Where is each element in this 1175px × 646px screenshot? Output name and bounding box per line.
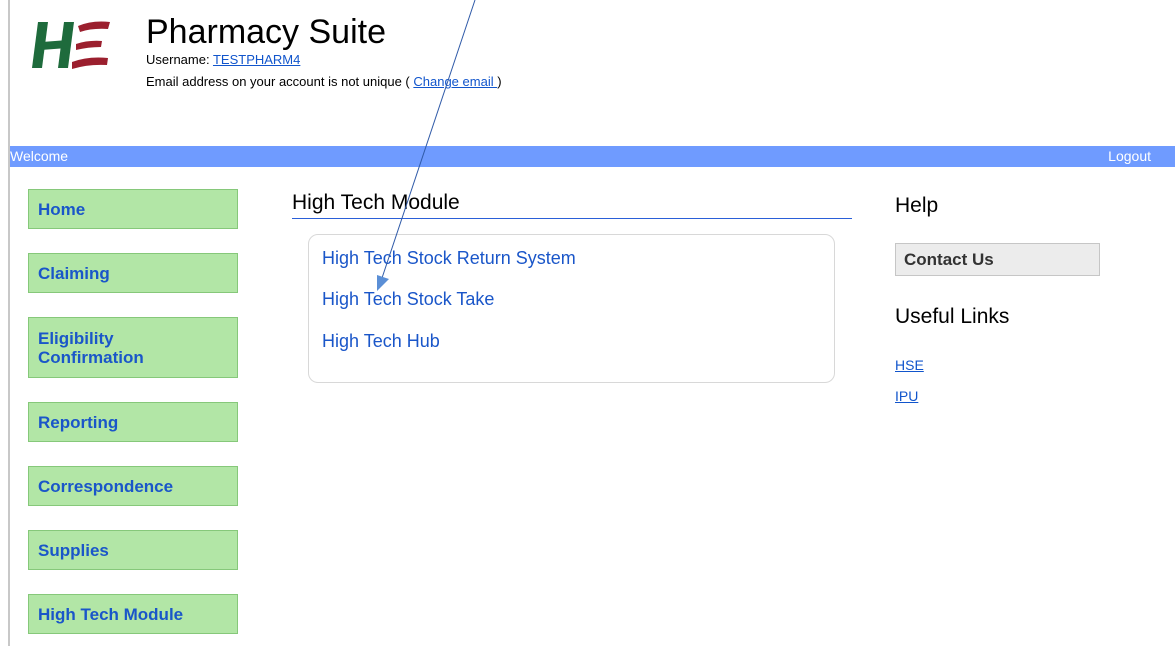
hse-link[interactable]: HSE <box>895 357 924 373</box>
nav-home-button[interactable]: Home <box>28 189 238 229</box>
nav-eligibility-button[interactable]: Eligibility Confirmation <box>28 317 238 378</box>
nav-correspondence-button[interactable]: Correspondence <box>28 466 238 506</box>
logout-link[interactable]: Logout <box>1108 146 1151 167</box>
logo-e-bottom <box>72 57 108 69</box>
nav-high-tech-module-button[interactable]: High Tech Module <box>28 594 238 634</box>
nav-supplies-button[interactable]: Supplies <box>28 530 238 570</box>
contact-us-button[interactable]: Contact Us <box>895 243 1100 276</box>
welcome-label: Welcome <box>10 148 69 164</box>
logo-e-mid <box>76 40 102 50</box>
useful-links-heading: Useful Links <box>895 305 1010 328</box>
nav-supplies-label: Supplies <box>38 540 109 560</box>
stock-take-link[interactable]: High Tech Stock Take <box>322 289 494 309</box>
username-label: Username: <box>146 52 213 67</box>
title-divider <box>292 218 852 219</box>
email-notice: Email address on your account is not uni… <box>146 74 502 89</box>
username-line: Username: TESTPHARM4 <box>146 53 300 67</box>
hse-logo <box>32 21 110 69</box>
help-heading: Help <box>895 194 939 217</box>
nav-correspondence-label: Correspondence <box>38 476 174 496</box>
email-notice-close: ) <box>497 74 502 89</box>
nav-claiming-label: Claiming <box>38 263 110 283</box>
app-title: Pharmacy Suite <box>146 13 386 51</box>
high-tech-hub-link[interactable]: High Tech Hub <box>322 331 440 351</box>
nav-reporting-label: Reporting <box>38 412 119 432</box>
nav-home-label: Home <box>38 199 86 219</box>
email-notice-text: Email address on your account is not uni… <box>146 74 414 89</box>
nav-claiming-button[interactable]: Claiming <box>28 253 238 293</box>
ipu-link[interactable]: IPU <box>895 388 918 404</box>
nav-reporting-button[interactable]: Reporting <box>28 402 238 442</box>
top-bar: Welcome Logout <box>10 146 1175 167</box>
username-link[interactable]: TESTPHARM4 <box>213 52 300 67</box>
stock-return-link[interactable]: High Tech Stock Return System <box>322 248 576 268</box>
left-border <box>8 0 10 646</box>
page-title: High Tech Module <box>292 191 460 214</box>
change-email-link[interactable]: Change email <box>413 74 497 89</box>
nav-high-tech-module-label: High Tech Module <box>38 604 184 624</box>
logo-e-top <box>78 21 110 32</box>
nav-eligibility-label: Eligibility Confirmation <box>38 328 144 367</box>
